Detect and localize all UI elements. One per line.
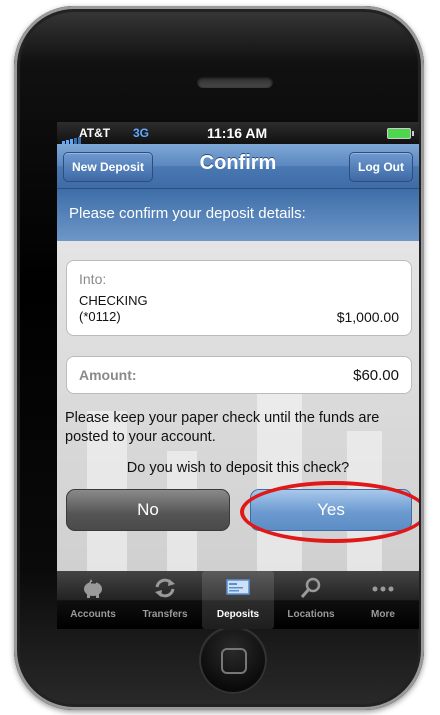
account-name: CHECKING <box>79 293 148 308</box>
deposit-account-card: Into: CHECKING (*0112) $1,000.00 <box>66 260 412 336</box>
no-button[interactable]: No <box>66 489 230 531</box>
tab-label: Locations <box>287 609 335 620</box>
tab-bar: Accounts Transfers Deposits Locations Mo… <box>57 571 419 629</box>
instruction-text: Please confirm your deposit details: <box>69 205 306 222</box>
amount-label: Amount: <box>79 367 137 383</box>
status-time: 11:16 AM <box>207 125 268 141</box>
home-button-icon <box>221 648 247 674</box>
new-deposit-button[interactable]: New Deposit <box>63 152 154 182</box>
check-deposit-icon <box>226 579 250 595</box>
tab-transfers[interactable]: Transfers <box>129 571 201 629</box>
more-dots-icon <box>372 586 394 592</box>
tab-label: More <box>371 609 395 620</box>
account-number: (*0112) <box>79 309 121 324</box>
transfer-arrows-icon <box>155 578 175 598</box>
speaker-grille <box>197 76 273 88</box>
status-bar: AT&T 3G 11:16 AM <box>57 122 419 144</box>
tab-more[interactable]: More <box>347 571 419 629</box>
phone-frame: AT&T 3G 11:16 AM Confirm New Deposit Log… <box>14 6 424 710</box>
account-balance: $1,000.00 <box>336 309 399 325</box>
confirmation-question: Do you wish to deposit this check? <box>126 460 350 476</box>
tab-label: Accounts <box>70 609 116 620</box>
log-out-button[interactable]: Log Out <box>349 152 413 182</box>
amount-card: Amount: $60.00 <box>66 356 412 394</box>
tab-deposits[interactable]: Deposits <box>202 571 274 629</box>
tab-accounts[interactable]: Accounts <box>57 571 129 629</box>
tab-label: Deposits <box>216 609 260 620</box>
instruction-banner: Please confirm your deposit details: <box>57 189 419 241</box>
network-type: 3G <box>133 126 150 140</box>
piggy-bank-icon <box>84 579 102 598</box>
yes-button[interactable]: Yes <box>250 489 412 531</box>
magnifier-icon <box>300 577 321 598</box>
check-retention-note: Please keep your paper check until the f… <box>65 410 380 445</box>
tab-label: Transfers <box>142 609 188 620</box>
into-label: Into: <box>79 271 107 287</box>
battery-icon <box>387 128 414 139</box>
amount-value: $60.00 <box>353 367 399 384</box>
tab-locations[interactable]: Locations <box>275 571 347 629</box>
screen: AT&T 3G 11:16 AM Confirm New Deposit Log… <box>57 122 419 629</box>
navigation-bar: Confirm New Deposit Log Out <box>57 144 419 189</box>
carrier-name: AT&T <box>79 126 111 140</box>
